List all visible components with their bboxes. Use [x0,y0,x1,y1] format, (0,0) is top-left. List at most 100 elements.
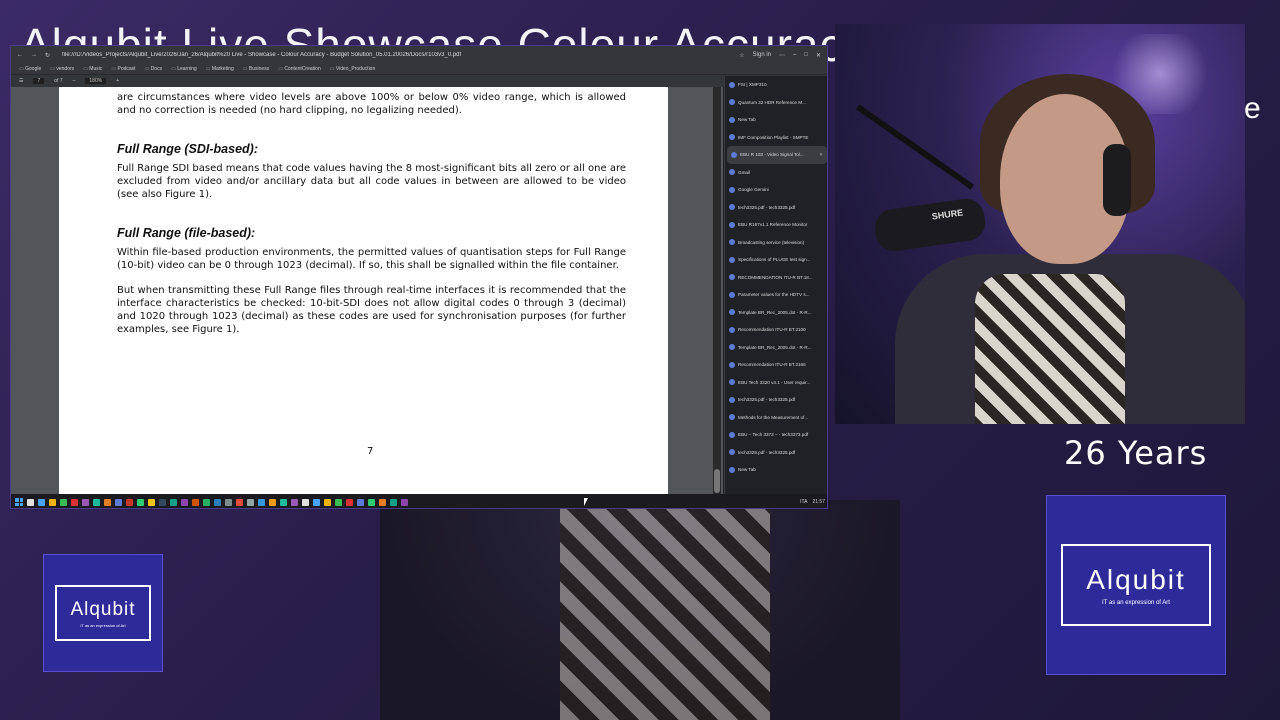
taskbar-app-icon[interactable] [247,498,254,506]
back-icon[interactable]: ← [17,52,23,59]
tab-title: Broadcasting service (television) [738,239,805,245]
taskbar-app-icon[interactable] [324,498,331,506]
taskbar-app-icon[interactable] [302,498,309,506]
sidebar-toggle-icon[interactable]: ☰ [19,78,23,84]
browser-tab[interactable]: New Tab [725,111,827,129]
taskbar-app-icon[interactable] [159,498,166,506]
browser-tab[interactable]: Recommendation ITU-R BT.2166 [725,356,827,374]
bookmark-folder[interactable]: ContentCreation [278,66,320,72]
taskbar-app-icon[interactable] [192,498,199,506]
browser-tab[interactable]: tech3325.pdf - tech3325.pdf [725,199,827,217]
taskbar-app-icon[interactable] [104,498,111,506]
browser-tab[interactable]: Parameter values for the HDTV s... [725,286,827,304]
bookmark-star-icon[interactable]: ☆ [739,52,744,59]
browser-tab[interactable]: FSI | XMP310 [725,76,827,94]
start-icon[interactable] [15,498,23,506]
taskbar-app-icon[interactable] [225,498,232,506]
taskbar-app-icon[interactable] [93,498,100,506]
taskbar-app-icon[interactable] [170,498,177,506]
paragraph-file-1: Within file-based production environment… [117,247,626,271]
browser-tab[interactable]: EBU R 103 - Video Signal Tol... ✕ [727,146,827,164]
browser-tab[interactable]: New Tab [725,461,827,479]
headphones [1103,144,1131,216]
browser-tab[interactable]: RECOMMENDATION ITU-R BT.18... [725,269,827,287]
browser-tab[interactable]: EBU – Tech 3373 – - tech3373.pdf [725,426,827,444]
scrollbar-thumb[interactable] [714,469,720,493]
tab-favicon-icon [729,239,735,246]
taskbar-app-icon[interactable] [82,498,89,506]
language-indicator[interactable]: ITA [800,499,807,505]
taskbar-app-icon[interactable] [71,498,78,506]
pdf-scrollbar[interactable] [713,87,721,494]
zoom-in-icon[interactable]: + [116,78,119,84]
microphone: SHURE [872,196,988,254]
browser-tab[interactable]: EBU Tech 3320 v4.1 - User requir... [725,374,827,392]
minimize-icon[interactable]: – [793,52,796,58]
menu-icon[interactable]: ⋯ [779,52,785,59]
taskbar-app-icon[interactable] [38,498,45,506]
taskbar-app-icon[interactable] [313,498,320,506]
taskbar-app-icon[interactable] [269,498,276,506]
taskbar-app-icon[interactable] [181,498,188,506]
page-input[interactable]: 7 [33,78,45,84]
clock[interactable]: 21:57 [812,499,825,505]
taskbar-app-icon[interactable] [357,498,364,506]
bookmark-folder[interactable]: Marketing [206,66,234,72]
bookmark-folder[interactable]: Podcast [111,66,135,72]
tab-title: EBU R167v1.1 Reference Monitor [738,222,808,228]
zoom-out-icon[interactable]: – [73,78,76,84]
taskbar-app-icon[interactable] [203,498,210,506]
taskbar-app-icon[interactable] [137,498,144,506]
tab-favicon-icon [729,431,735,438]
sign-in-button[interactable]: Sign in [753,52,771,58]
bookmark-folder[interactable]: Google [19,66,41,72]
address-bar[interactable]: file:///D:/Videos_Projects/Alqubit_Live/… [62,52,739,58]
bookmark-folder[interactable]: Docs [145,66,162,72]
taskbar-app-icon[interactable] [335,498,342,506]
browser-tab[interactable]: Quantum 32 HDR Reference M... [725,94,827,112]
taskbar-app-icon[interactable] [236,498,243,506]
taskbar-app-icon[interactable] [379,498,386,506]
maximize-icon[interactable]: □ [804,52,808,58]
reload-icon[interactable]: ↻ [45,52,50,59]
taskbar-app-icon[interactable] [126,498,133,506]
browser-tab[interactable]: IMF Composition Playlist - SMPTE [725,129,827,147]
taskbar-app-icon[interactable] [148,498,155,506]
bookmark-folder[interactable]: vendors [50,66,74,72]
taskbar-app-icon[interactable] [49,498,56,506]
taskbar-app-icon[interactable] [390,498,397,506]
taskbar-app-icon[interactable] [368,498,375,506]
background-shirt [560,505,770,720]
bookmark-folder[interactable]: Business [243,66,269,72]
taskbar-app-icon[interactable] [291,498,298,506]
browser-tab[interactable]: Template BR_Rec_2005.dot - R-R... [725,339,827,357]
taskbar-app-icon[interactable] [280,498,287,506]
taskbar-app-icon[interactable] [401,498,408,506]
taskbar-app-icon[interactable] [60,498,67,506]
forward-icon[interactable]: → [31,52,37,59]
bookmark-folder[interactable]: Learning [171,66,196,72]
bookmark-folder[interactable]: Music [83,66,102,72]
tab-favicon-icon [729,466,735,473]
bookmark-folder[interactable]: Video_Production [330,66,375,72]
taskbar-app-icon[interactable] [258,498,265,506]
browser-tab[interactable]: Recommendation ITU-R BT.2100 [725,321,827,339]
browser-tab[interactable]: Specifications of PLUGE test sign... [725,251,827,269]
taskbar-app-icon[interactable] [115,498,122,506]
browser-tab[interactable]: Methods for the Measurement of... [725,409,827,427]
browser-tab[interactable]: Gmail [725,164,827,182]
browser-tab[interactable]: tech3325.pdf - tech3325.pdf [725,391,827,409]
close-tab-icon[interactable]: ✕ [819,152,823,158]
tab-favicon-icon [729,169,735,176]
browser-tab[interactable]: tech3325.pdf - tech3325.pdf [725,444,827,462]
vertical-tab-strip: FSI | XMP310 Quantum 32 HDR Reference M..… [724,76,827,496]
browser-tab[interactable]: Broadcasting service (television) [725,234,827,252]
browser-tab[interactable]: Google Gemini [725,181,827,199]
browser-tab[interactable]: Template BR_Rec_2005.dot - R-R... [725,304,827,322]
zoom-select[interactable]: 180% [85,78,107,84]
taskbar-app-icon[interactable] [214,498,221,506]
taskbar-app-icon[interactable] [27,498,34,506]
close-icon[interactable]: ✕ [816,52,821,59]
browser-tab[interactable]: EBU R167v1.1 Reference Monitor [725,216,827,234]
taskbar-app-icon[interactable] [346,498,353,506]
